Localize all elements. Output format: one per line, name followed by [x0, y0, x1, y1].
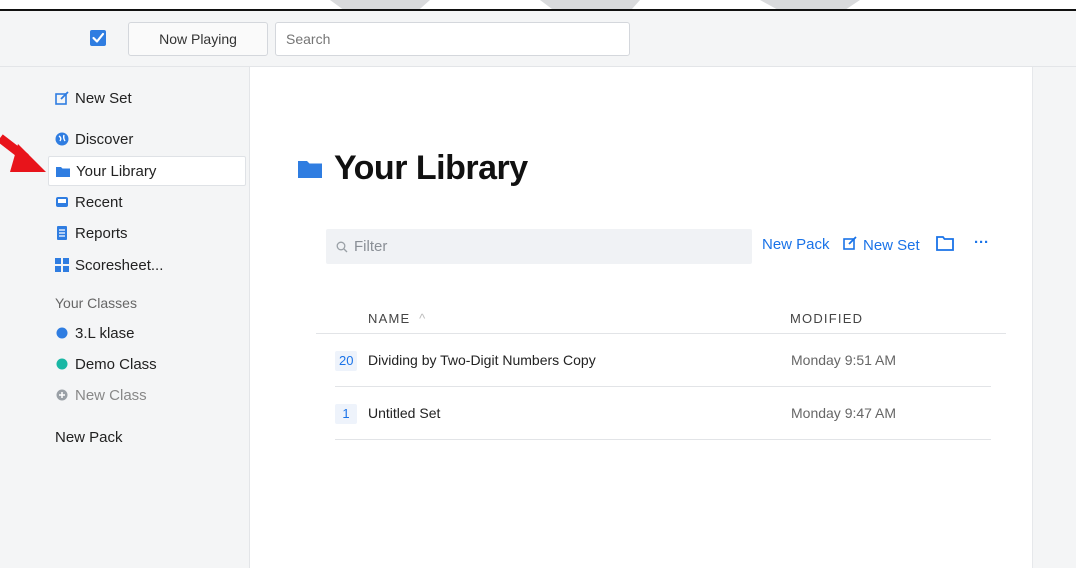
item-count-badge: 1	[335, 404, 357, 424]
sidebar-new-pack[interactable]: New Pack	[55, 429, 123, 446]
folder-outline-icon	[936, 236, 954, 251]
new-folder-button[interactable]	[936, 235, 954, 251]
sidebar-item-your-library[interactable]: Your Library	[48, 156, 246, 186]
document-icon	[55, 226, 69, 240]
sidebar-item-reports[interactable]: Reports	[48, 218, 246, 248]
col-name-label: NAME	[368, 311, 411, 326]
grid-icon	[55, 258, 69, 272]
sidebar-new-set-label: New Set	[75, 89, 132, 107]
table-row[interactable]: 20 Dividing by Two-Digit Numbers Copy Mo…	[335, 334, 991, 387]
search-input[interactable]	[275, 22, 630, 56]
folder-icon	[56, 164, 70, 178]
sidebar-item-recent[interactable]: Recent	[48, 187, 246, 217]
right-gutter	[1032, 67, 1076, 568]
top-bar: Now Playing	[0, 11, 1076, 67]
your-classes-heading: Your Classes	[55, 295, 137, 311]
modified-date: Monday 9:47 AM	[791, 405, 897, 421]
sidebar-item-label: Demo Class	[75, 355, 157, 373]
new-set-label: New Set	[863, 236, 920, 254]
new-pack-label: New Pack	[762, 236, 830, 253]
sidebar-item-discover[interactable]: Discover	[48, 124, 246, 154]
set-name: Dividing by Two-Digit Numbers Copy	[368, 352, 596, 368]
table-row[interactable]: 1 Untitled Set Monday 9:47 AM	[335, 387, 991, 440]
filter-input[interactable]: Filter	[326, 229, 752, 264]
sidebar-item-label: Recent	[75, 193, 123, 211]
set-name: Untitled Set	[368, 405, 441, 421]
sidebar-class-3l-klase[interactable]: 3.L klase	[48, 318, 246, 348]
now-playing-button[interactable]: Now Playing	[128, 22, 268, 56]
column-header-name[interactable]: NAME ^	[368, 311, 426, 326]
more-options-button[interactable]: ···	[974, 234, 989, 251]
inbox-icon	[55, 195, 69, 209]
checkbox-logo-icon[interactable]	[90, 29, 106, 47]
sidebar-item-label: Your Library	[76, 162, 157, 180]
sidebar-item-label: Discover	[75, 130, 134, 148]
edit-icon	[843, 236, 857, 254]
item-count-badge: 20	[335, 351, 358, 371]
sidebar-new-class[interactable]: New Class	[48, 380, 246, 410]
sidebar-item-label: 3.L klase	[75, 324, 135, 342]
page-title: Your Library	[334, 148, 528, 187]
new-set-button[interactable]: New Set	[843, 236, 920, 254]
folder-icon	[298, 161, 322, 178]
sidebar-class-demo-class[interactable]: Demo Class	[48, 349, 246, 379]
sidebar-item-label: New Class	[75, 386, 147, 404]
sidebar-item-scoresheet[interactable]: Scoresheet...	[48, 250, 246, 280]
more-label: ···	[974, 234, 989, 251]
column-header-modified[interactable]: MODIFIED	[790, 311, 863, 326]
class-dot-icon	[55, 326, 69, 340]
class-dot-icon	[55, 357, 69, 371]
plus-circle-icon	[55, 388, 69, 402]
page-header: Your Library	[298, 146, 528, 190]
sidebar-new-set[interactable]: New Set	[48, 83, 246, 113]
sidebar-item-label: Scoresheet...	[75, 256, 164, 274]
edit-icon	[55, 91, 69, 105]
globe-icon	[55, 132, 69, 146]
search-icon	[336, 241, 348, 252]
modified-date: Monday 9:51 AM	[791, 352, 897, 368]
new-pack-button[interactable]: New Pack	[762, 236, 830, 253]
filter-placeholder: Filter	[354, 238, 388, 255]
sort-ascending-icon: ^	[419, 311, 427, 326]
sidebar-item-label: Reports	[75, 224, 128, 242]
